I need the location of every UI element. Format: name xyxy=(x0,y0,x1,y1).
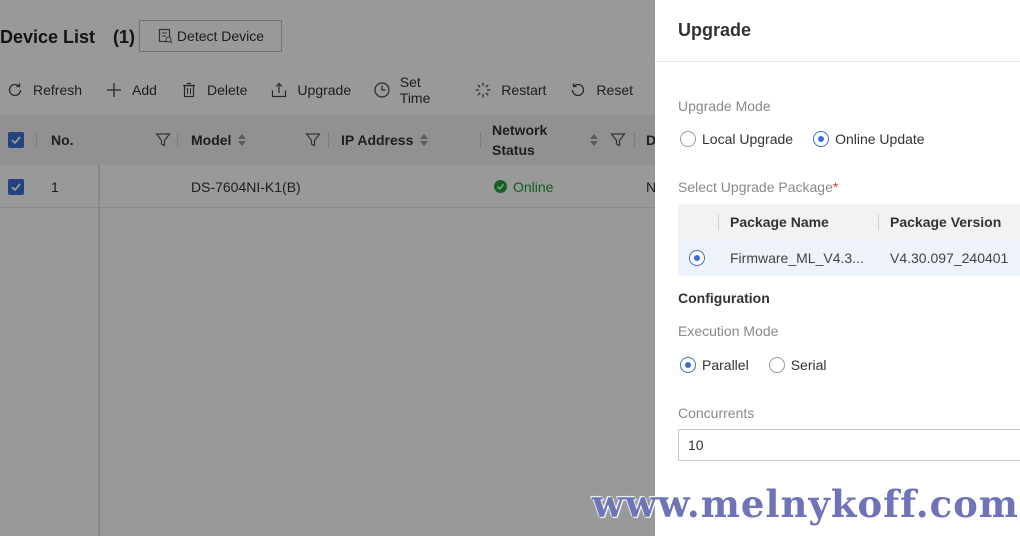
radio-unchecked-icon xyxy=(680,131,696,147)
package-table-header: Package Name Package Version xyxy=(678,204,1020,240)
serial-label: Serial xyxy=(790,357,827,373)
panel-title: Upgrade xyxy=(678,20,752,40)
local-upgrade-label: Local Upgrade xyxy=(702,131,794,147)
upgrade-mode-label: Upgrade Mode xyxy=(678,98,771,114)
panel-header: Upgrade xyxy=(655,0,1020,62)
configuration-title: Configuration xyxy=(678,290,770,306)
radio-checked-icon xyxy=(689,250,705,266)
table-row[interactable]: Firmware_ML_V4.3... V4.30.097_240401 xyxy=(678,240,1020,276)
online-update-label: Online Update xyxy=(835,131,925,147)
package-table: Package Name Package Version Firmware_ML… xyxy=(678,204,1020,276)
radio-checked-icon xyxy=(813,131,830,147)
execution-mode-group: Parallel Serial xyxy=(680,357,847,373)
column-package-name: Package Name xyxy=(730,214,829,230)
package-label: Select Upgrade Package* xyxy=(678,179,838,195)
device-list-area: Device List (1) Detect Device Refresh Ad… xyxy=(0,0,655,536)
column-package-version: Package Version xyxy=(890,214,1002,230)
concurrents-label: Concurrents xyxy=(678,405,755,421)
radio-serial[interactable]: Serial xyxy=(768,357,827,373)
radio-parallel[interactable]: Parallel xyxy=(680,357,749,373)
radio-unchecked-icon xyxy=(768,357,785,373)
radio-online-update[interactable]: Online Update xyxy=(813,131,925,147)
package-version: V4.30.097_240401 xyxy=(890,250,1009,266)
required-mark: * xyxy=(832,179,839,195)
package-radio[interactable] xyxy=(689,240,711,276)
upgrade-mode-group: Local Upgrade Online Update xyxy=(680,131,945,147)
concurrents-input[interactable] xyxy=(678,429,1020,461)
upgrade-panel: Upgrade Upgrade Mode Local Upgrade Onlin… xyxy=(655,0,1020,536)
radio-local-upgrade[interactable]: Local Upgrade xyxy=(680,131,793,147)
watermark: www.melnykoff.com xyxy=(592,482,1019,526)
execution-mode-label: Execution Mode xyxy=(678,323,779,339)
package-label-text: Select Upgrade Package xyxy=(678,179,833,195)
package-name: Firmware_ML_V4.3... xyxy=(730,250,864,266)
radio-checked-icon xyxy=(680,357,696,373)
modal-overlay[interactable] xyxy=(0,0,655,536)
parallel-label: Parallel xyxy=(702,357,749,373)
